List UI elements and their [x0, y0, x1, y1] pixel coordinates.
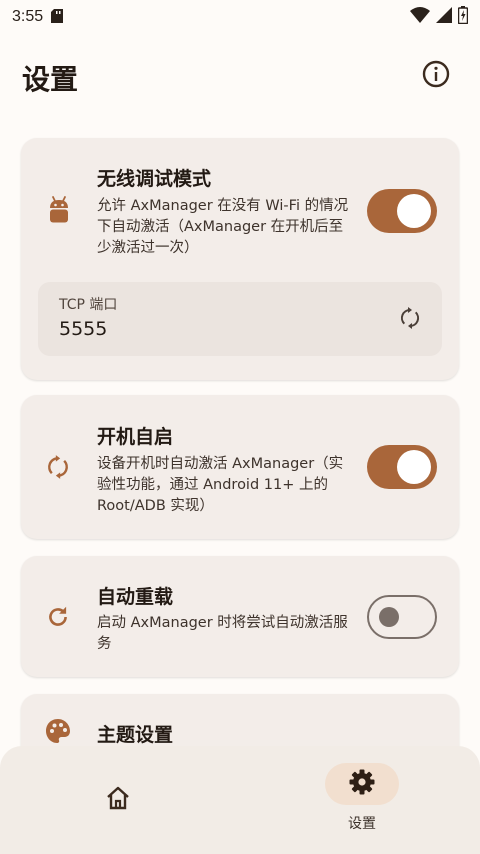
auto-reload-description: 启动 AxManager 时将尝试自动激活服务 — [97, 615, 348, 652]
home-icon — [104, 784, 132, 816]
status-icons — [410, 6, 469, 28]
boot-start-toggle[interactable] — [367, 445, 437, 489]
tcp-port-label: TCP 端口 — [59, 297, 118, 313]
auto-reload-title: 自动重载 — [97, 586, 174, 608]
boot-refresh-icon — [44, 453, 72, 481]
signal-icon — [436, 7, 452, 27]
boot-start-card[interactable]: 开机自启 设备开机时自动激活 AxManager（实验性功能，通过 Androi… — [21, 395, 459, 539]
auto-reload-toggle[interactable] — [367, 595, 437, 639]
status-bar: 3:55 — [0, 0, 480, 34]
reload-icon — [44, 603, 72, 631]
page-title: 设置 — [22, 63, 79, 96]
palette-icon — [44, 717, 72, 745]
refresh-port-button[interactable] — [396, 306, 424, 334]
boot-start-description: 设备开机时自动激活 AxManager（实验性功能，通过 Android 11+… — [97, 456, 344, 514]
wireless-debug-card[interactable]: 无线调试模式 允许 AxManager 在没有 Wi-Fi 的情况下自动激活（A… — [21, 138, 459, 380]
wifi-icon — [410, 7, 430, 27]
nav-settings-indicator — [325, 763, 399, 805]
gear-icon — [348, 768, 376, 800]
status-time: 3:55 — [12, 8, 44, 25]
refresh-icon — [398, 306, 422, 334]
wireless-debug-toggle[interactable] — [367, 189, 437, 233]
toggle-knob — [397, 450, 431, 484]
info-icon — [422, 60, 450, 92]
android-icon — [45, 196, 73, 224]
nav-settings[interactable]: 设置 — [320, 763, 404, 833]
wireless-debug-title: 无线调试模式 — [97, 168, 212, 190]
nav-settings-label: 设置 — [348, 816, 376, 832]
battery-icon — [457, 6, 469, 28]
nav-home[interactable] — [86, 780, 150, 820]
toggle-knob — [397, 194, 431, 228]
bottom-navigation: 设置 — [0, 746, 480, 854]
tcp-port-field[interactable]: TCP 端口 5555 — [38, 282, 442, 356]
tcp-port-value[interactable]: 5555 — [59, 318, 107, 340]
auto-reload-card[interactable]: 自动重载 启动 AxManager 时将尝试自动激活服务 — [21, 556, 459, 677]
sd-card-icon — [51, 8, 64, 27]
boot-start-title: 开机自启 — [97, 426, 174, 448]
theme-settings-title: 主题设置 — [97, 724, 174, 746]
toggle-knob — [379, 607, 399, 627]
info-button[interactable] — [420, 60, 452, 92]
wireless-debug-description: 允许 AxManager 在没有 Wi-Fi 的情况下自动激活（AxManage… — [97, 198, 349, 256]
